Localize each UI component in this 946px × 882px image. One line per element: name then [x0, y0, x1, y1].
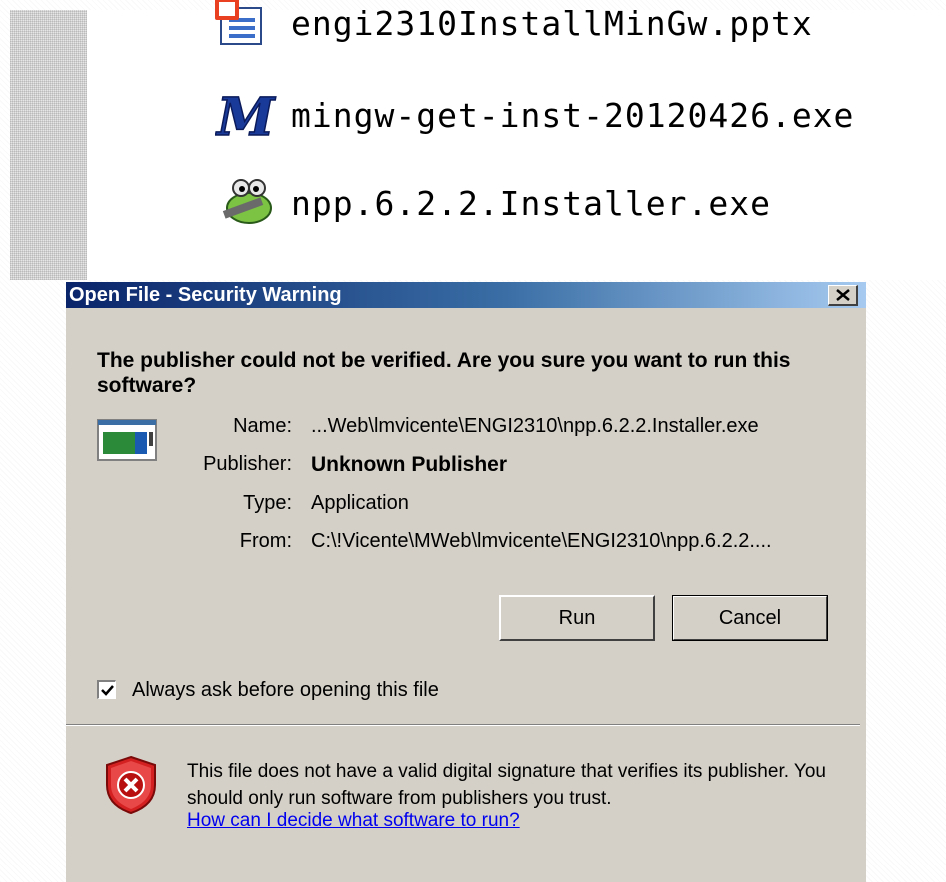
- checkmark-icon: [101, 685, 114, 696]
- always-ask-label[interactable]: Always ask before opening this file: [132, 679, 439, 702]
- close-button[interactable]: [828, 285, 858, 306]
- file-name: engi2310InstallMinGw.pptx: [291, 3, 813, 43]
- notepadpp-icon: [215, 178, 279, 228]
- mingw-icon: M: [214, 86, 279, 149]
- file-name: mingw-get-inst-20120426.exe: [291, 95, 855, 135]
- dialog-heading: The publisher could not be verified. Are…: [97, 349, 791, 397]
- svg-text:M: M: [215, 90, 276, 140]
- signature-warning-text: This file does not have a valid digital …: [187, 761, 826, 809]
- pptx-icon: [215, 0, 279, 48]
- security-warning-dialog: Open File - Security Warning The publish…: [66, 282, 866, 882]
- dialog-title: Open File - Security Warning: [69, 284, 342, 306]
- type-label: Type:: [243, 492, 292, 514]
- divider: [66, 724, 860, 726]
- from-label: From:: [239, 530, 292, 552]
- file-item-pptx[interactable]: engi2310InstallMinGw.pptx: [215, 0, 813, 48]
- file-list-pane: engi2310InstallMinGw.pptx M mingw-get-in…: [10, 0, 946, 280]
- file-item-npp[interactable]: npp.6.2.2.Installer.exe: [215, 178, 771, 228]
- cancel-button[interactable]: Cancel: [672, 595, 828, 641]
- name-label: Name:: [233, 415, 292, 437]
- publisher-label: Publisher:: [203, 453, 292, 475]
- from-value: C:\!Vicente\MWeb\lmvicente\ENGI2310\npp.…: [311, 530, 772, 552]
- file-item-mingw[interactable]: M mingw-get-inst-20120426.exe: [214, 86, 855, 149]
- close-icon: [836, 289, 850, 301]
- publisher-value: Unknown Publisher: [311, 453, 508, 476]
- help-link[interactable]: How can I decide what software to run?: [187, 810, 520, 832]
- name-value: ...Web\lmvicente\ENGI2310\npp.6.2.2.Inst…: [311, 415, 759, 437]
- type-value: Application: [311, 492, 409, 514]
- always-ask-checkbox[interactable]: [97, 680, 116, 699]
- title-bar[interactable]: Open File - Security Warning: [66, 282, 866, 308]
- file-name: npp.6.2.2.Installer.exe: [291, 183, 771, 223]
- application-icon: [97, 419, 159, 463]
- shield-error-icon: [103, 755, 159, 815]
- sidebar-pattern: [10, 10, 87, 280]
- run-button[interactable]: Run: [499, 595, 655, 641]
